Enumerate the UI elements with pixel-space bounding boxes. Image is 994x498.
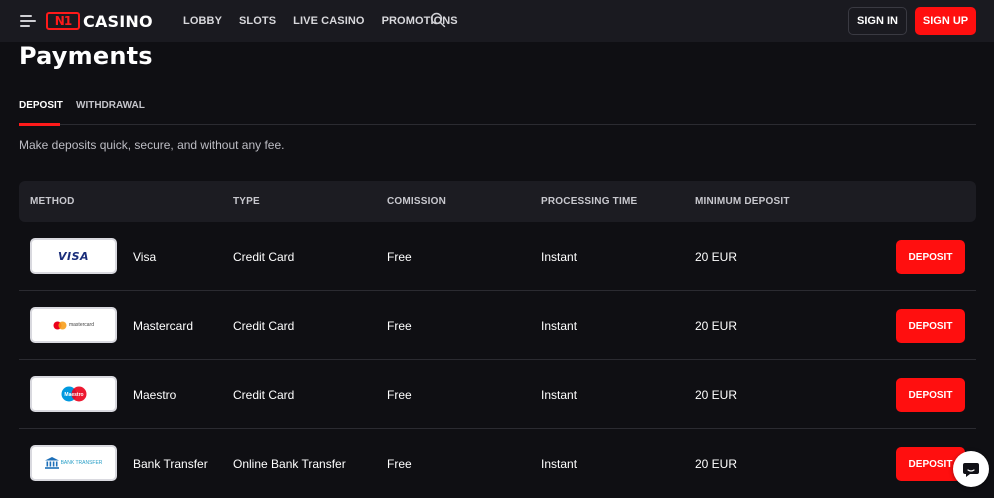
tab-deposit[interactable]: DEPOSIT: [19, 100, 63, 126]
method-name: Visa: [133, 250, 157, 264]
maestro-logo: Maestro: [30, 376, 117, 412]
hamburger-menu-icon[interactable]: [20, 15, 36, 27]
bank-transfer-logo-mark: BANK TRANSFER: [44, 457, 103, 469]
table-row: VISA Visa Credit Card Free Instant 20 EU…: [19, 222, 976, 291]
mastercard-circles-icon: [53, 321, 67, 329]
logo-text: CASINO: [83, 11, 153, 31]
visa-logo-text: VISA: [57, 249, 90, 263]
column-header-method: METHOD: [30, 196, 75, 207]
search-icon[interactable]: [430, 12, 446, 28]
mastercard-logo: mastercard: [30, 307, 117, 343]
method-name: Mastercard: [133, 319, 194, 333]
sign-in-button[interactable]: SIGN IN: [848, 7, 907, 35]
method-minimum-deposit: 20 EUR: [695, 388, 738, 402]
payment-tabs: DEPOSIT WITHDRAWAL: [19, 92, 976, 126]
deposit-button[interactable]: DEPOSIT: [896, 309, 965, 343]
chat-bubble-icon: [963, 463, 979, 477]
method-commission: Free: [387, 250, 412, 264]
nav-item-lobby[interactable]: LOBBY: [183, 15, 222, 27]
method-processing-time: Instant: [541, 250, 578, 264]
column-header-commission: COMISSION: [387, 196, 447, 207]
column-header-minimum-deposit: MINIMUM DEPOSIT: [695, 196, 790, 207]
page-subtitle: Make deposits quick, secure, and without…: [19, 138, 285, 152]
bank-transfer-logo: BANK TRANSFER: [30, 445, 117, 481]
maestro-circles-icon: Maestro: [61, 386, 86, 402]
method-minimum-deposit: 20 EUR: [695, 319, 738, 333]
deposit-button[interactable]: DEPOSIT: [896, 240, 965, 274]
maestro-logo-text: Maestro: [64, 392, 83, 398]
mastercard-logo-text: mastercard: [68, 322, 94, 328]
method-processing-time: Instant: [541, 388, 578, 402]
column-header-processing-time: PROCESSING TIME: [541, 196, 638, 207]
nav-item-promotions[interactable]: PROMOTIONS: [382, 15, 458, 27]
bank-building-icon: [44, 457, 59, 469]
method-type: Online Bank Transfer: [233, 457, 346, 471]
method-name: Maestro: [133, 388, 177, 402]
method-processing-time: Instant: [541, 457, 578, 471]
method-type: Credit Card: [233, 250, 295, 264]
visa-logo: VISA: [30, 238, 117, 274]
table-row: BANK TRANSFER Bank Transfer Online Bank …: [19, 429, 976, 498]
site-logo[interactable]: N1 CASINO: [46, 11, 153, 31]
tab-withdrawal[interactable]: WITHDRAWAL: [76, 100, 145, 111]
page-title: Payments: [19, 42, 153, 70]
chat-button[interactable]: [953, 451, 989, 487]
method-commission: Free: [387, 457, 412, 471]
method-commission: Free: [387, 319, 412, 333]
table-row: Maestro Maestro Credit Card Free Instant…: [19, 360, 976, 429]
method-type: Credit Card: [233, 319, 295, 333]
nav-item-slots[interactable]: SLOTS: [239, 15, 276, 27]
method-commission: Free: [387, 388, 412, 402]
table-header: METHOD TYPE COMISSION PROCESSING TIME MI…: [19, 181, 976, 222]
column-header-type: TYPE: [233, 196, 260, 207]
top-header: N1 CASINO LOBBY SLOTS LIVE CASINO PROMOT…: [0, 0, 994, 42]
bank-transfer-logo-text: BANK TRANSFER: [60, 459, 103, 466]
logo-mark: N1: [46, 12, 80, 30]
nav-item-live-casino[interactable]: LIVE CASINO: [293, 15, 364, 27]
table-row: mastercard Mastercard Credit Card Free I…: [19, 291, 976, 360]
mastercard-logo-mark: mastercard: [53, 321, 94, 330]
deposit-button[interactable]: DEPOSIT: [896, 378, 965, 412]
method-name: Bank Transfer: [133, 457, 208, 471]
sign-up-button[interactable]: SIGN UP: [915, 7, 976, 35]
method-processing-time: Instant: [541, 319, 578, 333]
method-minimum-deposit: 20 EUR: [695, 457, 738, 471]
method-minimum-deposit: 20 EUR: [695, 250, 738, 264]
method-type: Credit Card: [233, 388, 295, 402]
